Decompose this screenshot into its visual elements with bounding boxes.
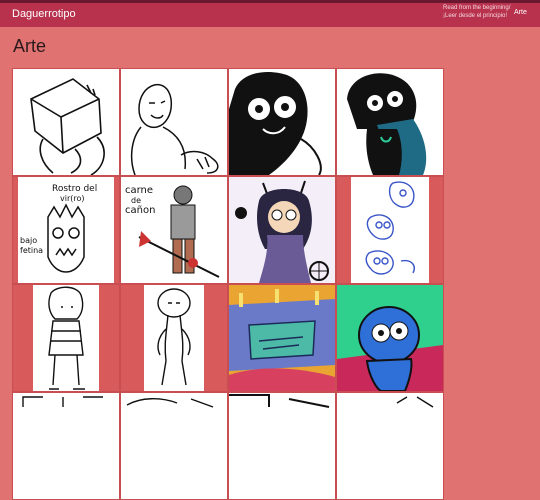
gallery-item-castle-scene[interactable] <box>228 284 336 392</box>
site-title-link[interactable]: Daguerrotipo <box>12 8 76 20</box>
dark-hair-girl-artwork <box>229 71 322 175</box>
row4-sketch-2-artwork <box>126 398 214 408</box>
child-sketch-artwork <box>33 285 99 391</box>
gallery-item-row4-3[interactable] <box>228 392 336 500</box>
top-navigation-bar: Daguerrotipo Read from the beginning/ ¡L… <box>0 0 540 27</box>
gallery-item-row4-2[interactable] <box>120 392 228 500</box>
gallery-item-box-carrier[interactable] <box>12 68 120 176</box>
gallery-item-bald-figure[interactable] <box>120 284 228 392</box>
gallery-item-dark-hair-girl[interactable] <box>228 68 336 176</box>
box-carrier-artwork <box>30 78 105 175</box>
gallery-item-blue-creature[interactable] <box>336 284 444 392</box>
horned-girl-artwork <box>235 180 329 283</box>
read-from-beginning-english: Read from the beginning/ <box>443 5 511 11</box>
gallery-item-row4-1[interactable] <box>12 392 120 500</box>
old-man-artwork <box>130 83 219 175</box>
rostro-caption-line1: Rostro del <box>52 184 97 194</box>
nav-arte-link[interactable]: Arte <box>514 9 527 16</box>
blue-creature-artwork <box>337 285 443 391</box>
castle-scene-artwork <box>229 285 335 391</box>
carne-caption-line3: cañon <box>125 205 155 216</box>
gallery-item-carne-de-canon[interactable]: carne de cañon <box>120 176 228 284</box>
page-title: Arte <box>13 36 47 56</box>
gallery-item-old-man[interactable] <box>120 68 228 176</box>
gallery-item-cape-girl[interactable] <box>336 68 444 176</box>
blue-skulls-artwork <box>351 177 429 283</box>
bald-figure-artwork <box>144 285 204 391</box>
row4-sketch-4-artwork <box>396 396 434 408</box>
rostro-caption-line2: vir(ro) <box>60 194 85 203</box>
read-from-beginning-link[interactable]: Read from the beginning/ ¡Leer desde el … <box>443 4 510 20</box>
gallery-item-horned-girl[interactable] <box>228 176 336 284</box>
row4-sketch-3-artwork <box>229 394 330 408</box>
bajo-caption-line2: fetina <box>20 246 43 255</box>
row4-sketch-1-artwork <box>22 396 103 407</box>
cape-girl-artwork <box>347 73 427 175</box>
carne-de-canon-artwork: carne de cañon <box>125 185 220 278</box>
bajo-caption-line1: bajo <box>20 236 37 245</box>
read-from-beginning-spanish: ¡Leer desde el principio! <box>443 13 508 19</box>
gallery-item-child-sketch[interactable] <box>12 284 120 392</box>
gallery-item-rostro-del-virro[interactable]: Rostro del vir(ro) bajo fetina <box>12 176 120 284</box>
gallery-item-blue-skulls[interactable] <box>336 176 444 284</box>
gallery-item-row4-4[interactable] <box>336 392 444 500</box>
carne-caption-line2: de <box>131 196 141 205</box>
art-gallery-grid: Rostro del vir(ro) bajo fetina carne de … <box>12 68 444 500</box>
rostro-del-virro-artwork: Rostro del vir(ro) bajo fetina <box>18 177 114 283</box>
carne-caption-line1: carne <box>125 185 153 196</box>
